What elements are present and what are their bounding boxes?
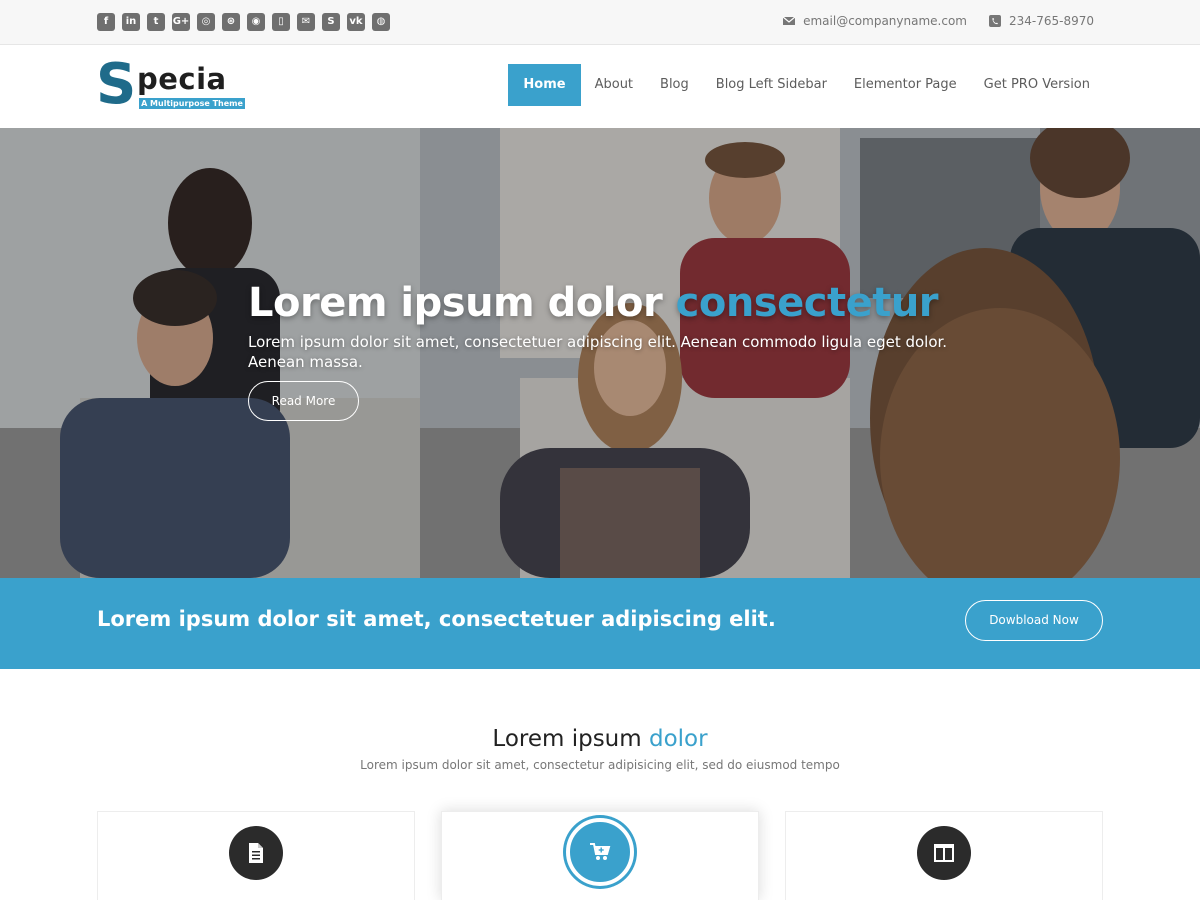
section-subtitle: Lorem ipsum dolor sit amet, consectetur …	[360, 758, 840, 772]
hero-slider: Lorem ipsum dolor consectetur Lorem ipsu…	[0, 128, 1200, 578]
hero-subtitle: Lorem ipsum dolor sit amet, consectetuer…	[248, 333, 948, 371]
section-title: Lorem ipsum dolor	[0, 726, 1200, 752]
hero-title: Lorem ipsum dolor consectetur	[248, 280, 939, 326]
cta-text: Lorem ipsum dolor sit amet, consectetuer…	[97, 607, 776, 631]
nav-item-home[interactable]: Home	[508, 64, 581, 106]
read-more-button[interactable]: Read More	[248, 381, 359, 421]
email-icon[interactable]: ✉	[297, 13, 315, 31]
contact-email[interactable]: email@companyname.com	[803, 14, 967, 28]
nav-item-about[interactable]: About	[582, 64, 646, 106]
nav-item-blog[interactable]: Blog	[647, 64, 702, 106]
twitter-icon[interactable]: t	[147, 13, 165, 31]
github-icon[interactable]: ◉	[247, 13, 265, 31]
call-to-action-band: Lorem ipsum dolor sit amet, consectetuer…	[0, 578, 1200, 669]
service-card[interactable]	[97, 811, 415, 900]
contact-info: email@companyname.com 234-765-8970	[783, 14, 1094, 28]
pinterest-icon[interactable]: ◍	[372, 13, 390, 31]
service-card[interactable]	[441, 811, 759, 900]
linkedin-icon[interactable]: in	[122, 13, 140, 31]
foursquare-icon[interactable]: ▯	[272, 13, 290, 31]
logo-letter: S	[96, 52, 137, 117]
instagram-icon[interactable]: ◎	[197, 13, 215, 31]
hero-title-main: Lorem ipsum dolor	[248, 280, 663, 326]
cart-icon	[566, 818, 634, 886]
logo-wordmark: pecia	[137, 62, 227, 96]
contact-phone[interactable]: 234-765-8970	[1009, 14, 1094, 28]
document-icon	[229, 826, 283, 880]
section-title-accent: dolor	[648, 726, 708, 752]
download-now-button[interactable]: Dowbload Now	[965, 600, 1103, 641]
vk-icon[interactable]: vk	[347, 13, 365, 31]
section-title-main: Lorem ipsum	[492, 726, 642, 752]
main-nav: Home About Blog Blog Left Sidebar Elemen…	[507, 64, 1103, 106]
nav-item-elementor-page[interactable]: Elementor Page	[841, 64, 970, 106]
facebook-icon[interactable]: f	[97, 13, 115, 31]
phone-icon	[988, 15, 1001, 27]
google-plus-icon[interactable]: G+	[172, 13, 190, 31]
site-header: S pecia A Multipurpose Theme Home About …	[0, 45, 1200, 128]
logo-tagline: A Multipurpose Theme	[139, 98, 245, 109]
site-logo[interactable]: S pecia A Multipurpose Theme	[96, 57, 248, 113]
columns-icon	[917, 826, 971, 880]
skype-icon[interactable]: S	[322, 13, 340, 31]
nav-item-blog-left-sidebar[interactable]: Blog Left Sidebar	[703, 64, 840, 106]
hero-title-accent: consectetur	[675, 280, 939, 326]
top-bar: f in t G+ ◎ ⊛ ◉ ▯ ✉ S vk ◍ email@company…	[0, 0, 1200, 45]
service-card[interactable]	[785, 811, 1103, 900]
envelope-icon	[783, 16, 796, 25]
dribbble-icon[interactable]: ⊛	[222, 13, 240, 31]
nav-item-get-pro[interactable]: Get PRO Version	[971, 64, 1103, 106]
social-links: f in t G+ ◎ ⊛ ◉ ▯ ✉ S vk ◍	[97, 13, 390, 31]
